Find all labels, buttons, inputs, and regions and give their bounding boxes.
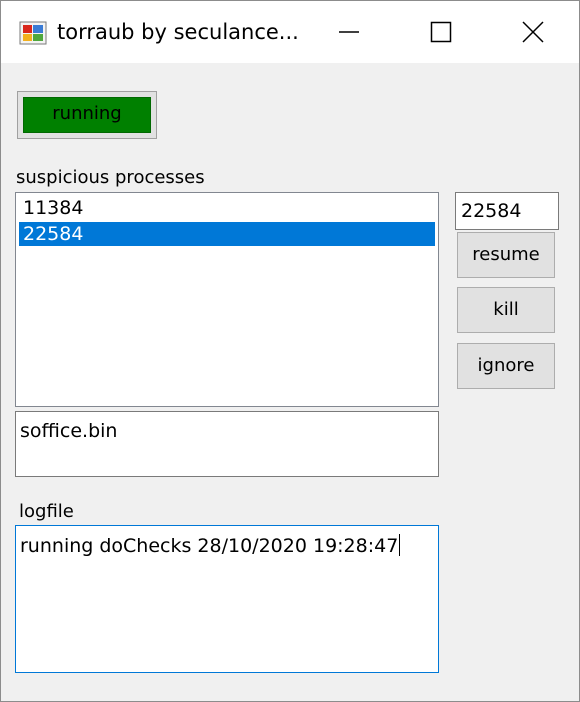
log-text: running doChecks 28/10/2020 19:28:47 [20,535,399,557]
ignore-button[interactable]: ignore [457,343,555,389]
maximize-icon [430,21,452,43]
title-bar[interactable]: torraub by seculance... [1,1,579,63]
app-window: torraub by seculance... running suspicio… [0,0,580,702]
status-frame: running [17,91,157,139]
suspicious-processes-label: suspicious processes [16,167,205,188]
process-name-text: soffice.bin [20,420,118,442]
logfile-textarea[interactable]: running doChecks 28/10/2020 19:28:47 [15,525,439,673]
logfile-label: logfile [19,501,74,522]
list-item-selected[interactable]: 22584 [19,222,435,246]
kill-button[interactable]: kill [457,287,555,333]
close-icon [522,21,544,43]
text-caret [399,534,401,556]
window-title: torraub by seculance... [57,20,299,44]
process-name-field[interactable]: soffice.bin [15,411,439,477]
suspicious-process-list[interactable]: 11384 22584 [15,192,439,407]
minimize-button[interactable] [303,1,395,63]
app-icon [19,21,47,45]
minimize-icon [339,31,359,33]
resume-button[interactable]: resume [457,232,555,278]
maximize-button[interactable] [395,1,487,63]
list-item[interactable]: 11384 [19,196,435,220]
pid-field[interactable] [455,192,559,230]
status-button[interactable]: running [23,97,151,133]
close-button[interactable] [487,1,579,63]
